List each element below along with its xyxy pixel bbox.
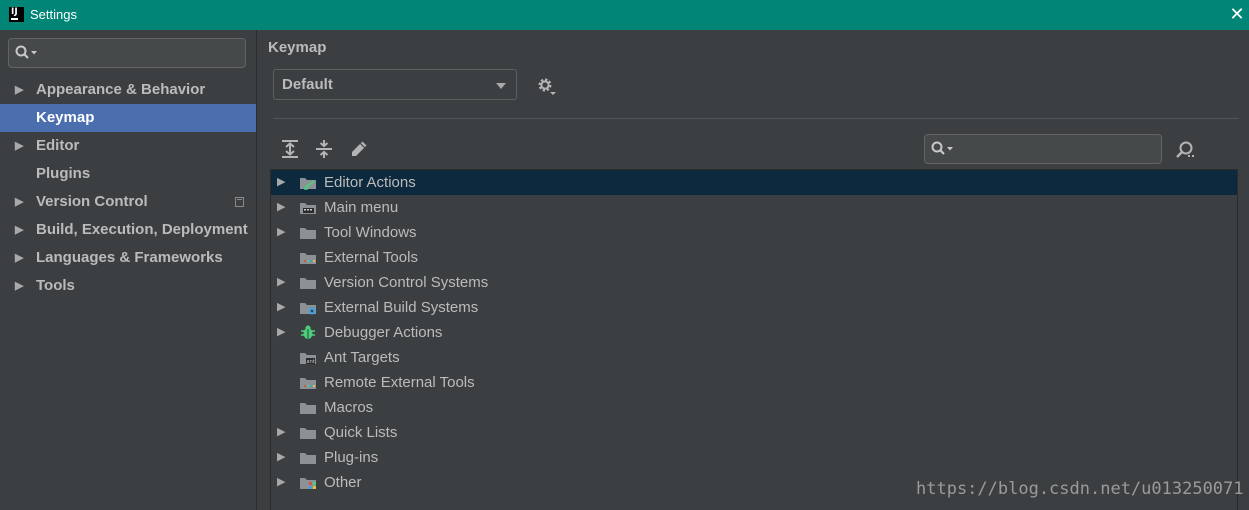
keymap-action-tree: ▶ Editor Actions ▶ Main menu ▶ Tool Windows Ex…	[270, 169, 1238, 510]
tree-row-label: Ant Targets	[324, 349, 400, 366]
sidebar-item-version-control[interactable]: ▶ Version Control	[0, 188, 256, 216]
expand-arrow-icon[interactable]: ▶	[277, 170, 285, 195]
sidebar-item-languages-frameworks[interactable]: ▶ Languages & Frameworks	[0, 244, 256, 272]
expand-arrow-icon[interactable]: ▶	[15, 216, 23, 244]
sidebar-item-label: Languages & Frameworks	[36, 249, 223, 266]
tree-row-label: Editor Actions	[324, 174, 416, 191]
folder-icon	[300, 453, 316, 464]
expand-all-icon[interactable]	[279, 138, 301, 160]
intellij-logo-icon: IJ	[9, 7, 24, 22]
close-icon[interactable]: ✕	[1226, 3, 1248, 25]
sidebar-item-label: Appearance & Behavior	[36, 81, 206, 98]
tree-row-label: Plug-ins	[324, 449, 379, 466]
tree-row[interactable]: ▶ Quick Lists	[271, 420, 1237, 445]
editor-actions-icon	[300, 178, 316, 190]
tree-row-label: Debugger Actions	[324, 324, 443, 341]
expand-arrow-icon[interactable]: ▶	[277, 470, 285, 495]
tree-row[interactable]: ▶ External Build Systems	[271, 295, 1237, 320]
tree-row[interactable]: External Tools	[271, 245, 1237, 270]
expand-arrow-icon[interactable]: ▶	[277, 220, 285, 245]
folder-icon	[300, 403, 316, 414]
external-tools-icon	[300, 378, 316, 389]
expand-arrow-icon[interactable]: ▶	[277, 295, 285, 320]
folder-icon	[300, 278, 316, 289]
window-title: Settings	[30, 7, 77, 22]
other-icon	[300, 478, 316, 489]
sidebar-item-build-execution-deployment[interactable]: ▶ Build, Execution, Deployment	[0, 216, 256, 244]
sidebar-item-label: Tools	[36, 277, 75, 294]
tree-row[interactable]: ▶ Plug-ins	[271, 445, 1237, 470]
sidebar-search-input[interactable]	[8, 38, 246, 68]
sidebar-item-label: Editor	[36, 137, 80, 154]
tree-row-label: External Tools	[324, 249, 418, 266]
tree-row-label: Quick Lists	[324, 424, 398, 441]
expand-arrow-icon[interactable]: ▶	[277, 195, 285, 220]
sidebar-item-label: Plugins	[36, 165, 91, 182]
expand-arrow-icon[interactable]: ▶	[15, 272, 23, 300]
debugger-bug-icon	[301, 325, 315, 339]
expand-arrow-icon[interactable]: ▶	[15, 244, 23, 272]
sidebar-item-tools[interactable]: ▶ Tools	[0, 272, 256, 300]
tree-row[interactable]: ▶ Editor Actions	[271, 170, 1237, 195]
sidebar-item-keymap[interactable]: Keymap	[0, 104, 256, 132]
sidebar-item-label: Build, Execution, Deployment	[36, 221, 248, 238]
expand-arrow-icon[interactable]: ▶	[15, 76, 23, 104]
watermark: https://blog.csdn.net/u013250071	[916, 479, 1244, 499]
tree-row[interactable]: ▶ Tool Windows	[271, 220, 1237, 245]
sidebar-item-label: Keymap	[36, 109, 95, 126]
tree-row-label: Macros	[324, 399, 374, 416]
gear-icon[interactable]	[535, 75, 557, 97]
tree-row[interactable]: ▶ Version Control Systems	[271, 270, 1237, 295]
svg-text:ant: ant	[307, 359, 315, 365]
sidebar-nav: ▶ Appearance & Behavior Keymap ▶ Editor Plugi…	[0, 76, 256, 300]
search-icon	[15, 45, 37, 59]
settings-sidebar: ▶ Appearance & Behavior Keymap ▶ Editor Plugi…	[0, 30, 257, 510]
expand-arrow-icon[interactable]: ▶	[277, 320, 285, 345]
page-title: Keymap	[268, 39, 327, 56]
sidebar-item-appearance-behavior[interactable]: ▶ Appearance & Behavior	[0, 76, 256, 104]
sidebar-item-plugins[interactable]: Plugins	[0, 160, 256, 188]
keymap-select-value: Default	[282, 76, 333, 93]
find-shortcut-icon[interactable]	[1174, 139, 1196, 161]
expand-arrow-icon[interactable]: ▶	[277, 420, 285, 445]
tree-row-label: Tool Windows	[324, 224, 417, 241]
ant-targets-icon: ant	[300, 353, 316, 365]
external-tools-icon	[300, 253, 316, 264]
tree-row[interactable]: ant Ant Targets	[271, 345, 1237, 370]
tree-row[interactable]: ▶ Debugger Actions	[271, 320, 1237, 345]
external-build-icon	[300, 303, 316, 315]
tree-row[interactable]: ▶ Main menu	[271, 195, 1237, 220]
tree-row-label: Remote External Tools	[324, 374, 475, 391]
collapse-all-icon[interactable]	[313, 138, 335, 160]
edit-pencil-icon[interactable]	[348, 138, 370, 160]
expand-arrow-icon[interactable]: ▶	[15, 188, 23, 216]
divider	[273, 118, 1239, 119]
folder-icon	[300, 228, 316, 239]
tree-row-label: Main menu	[324, 199, 399, 216]
expand-arrow-icon[interactable]: ▶	[277, 445, 285, 470]
copy-icon	[235, 197, 244, 207]
title-bar: IJ Settings ✕	[0, 0, 1249, 30]
sidebar-item-label: Version Control	[36, 193, 148, 210]
keymap-panel: Keymap Default ▶ Editor Actions ▶ Main m…	[257, 30, 1249, 510]
main-menu-icon	[300, 203, 316, 214]
expand-arrow-icon[interactable]: ▶	[15, 132, 23, 160]
folder-icon	[300, 428, 316, 439]
tree-row[interactable]: Remote External Tools	[271, 370, 1237, 395]
sidebar-item-editor[interactable]: ▶ Editor	[0, 132, 256, 160]
shortcut-search-input[interactable]	[924, 134, 1162, 164]
keymap-select[interactable]: Default	[273, 69, 517, 100]
tree-row-label: Other	[324, 474, 362, 491]
tree-row-label: External Build Systems	[324, 299, 479, 316]
tree-row[interactable]: Macros	[271, 395, 1237, 420]
chevron-down-icon	[496, 83, 506, 89]
tree-row-label: Version Control Systems	[324, 274, 489, 291]
expand-arrow-icon[interactable]: ▶	[277, 270, 285, 295]
search-icon	[931, 141, 953, 155]
